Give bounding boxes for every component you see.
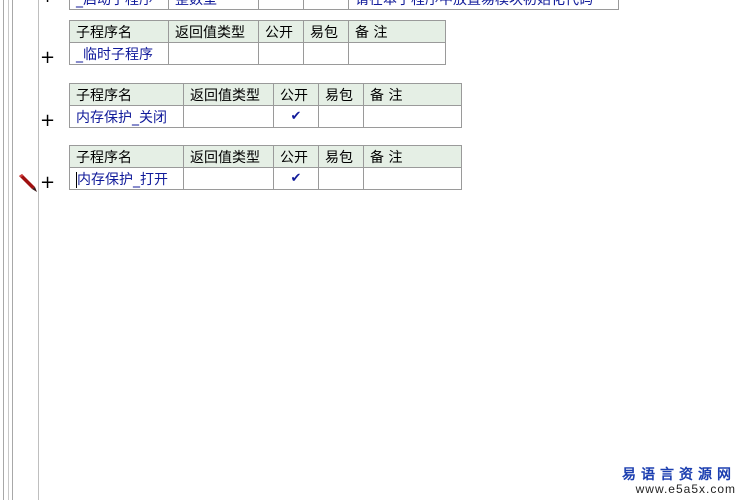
gutter-line [12, 0, 13, 500]
subroutine-name-text: 内存保护_打开 [77, 171, 168, 188]
gutter-line [38, 0, 39, 500]
public-checkmark-icon[interactable]: ✔ [273, 167, 319, 190]
header-remark: 备 注 [363, 83, 462, 106]
pencil-icon [19, 174, 37, 192]
return-type-cell[interactable] [183, 105, 274, 128]
header-return-type: 返回值类型 [183, 83, 274, 106]
subroutine-table-mem-on: 子程序名 返回值类型 公开 易包 备 注 内存保护_打开 ✔ [69, 145, 462, 190]
expand-plus-icon[interactable]: + [40, 0, 55, 7]
expand-plus-icon[interactable]: + [40, 110, 55, 131]
subroutine-name-cell[interactable]: _启动子程序 [69, 0, 169, 10]
header-return-type: 返回值类型 [168, 20, 259, 43]
easy-package-cell[interactable] [318, 167, 364, 190]
gutter-line [3, 0, 4, 500]
expand-plus-icon[interactable]: + [40, 172, 55, 193]
header-public: 公开 [258, 20, 304, 43]
header-remark: 备 注 [363, 145, 462, 168]
subroutine-name-cell[interactable]: _临时子程序 [69, 42, 169, 65]
remark-cell[interactable] [348, 42, 446, 65]
header-public: 公开 [273, 145, 319, 168]
header-return-type: 返回值类型 [183, 145, 274, 168]
return-type-cell[interactable] [183, 167, 274, 190]
subroutine-table-mem-off: 子程序名 返回值类型 公开 易包 备 注 内存保护_关闭 ✔ [69, 83, 462, 128]
header-easy-package: 易包 [318, 145, 364, 168]
subroutine-table-temp: 子程序名 返回值类型 公开 易包 备 注 _临时子程序 [69, 20, 446, 65]
subroutine-name-cell-editing[interactable]: 内存保护_打开 [69, 167, 184, 190]
watermark-url: www.e5a5x.com [635, 482, 736, 496]
remark-cell[interactable] [363, 105, 462, 128]
gutter-line [8, 0, 9, 500]
watermark-logo-text: 易语言资源网 [622, 467, 736, 483]
remark-cell[interactable] [363, 167, 462, 190]
easy-package-cell[interactable] [303, 0, 349, 10]
public-cell[interactable] [258, 42, 304, 65]
header-name: 子程序名 [69, 145, 184, 168]
header-remark: 备 注 [348, 20, 446, 43]
public-checkmark-icon[interactable]: ✔ [273, 105, 319, 128]
header-name: 子程序名 [69, 20, 169, 43]
header-easy-package: 易包 [303, 20, 349, 43]
header-name: 子程序名 [69, 83, 184, 106]
expand-plus-icon[interactable]: + [40, 47, 55, 68]
easy-package-cell[interactable] [318, 105, 364, 128]
header-easy-package: 易包 [318, 83, 364, 106]
header-public: 公开 [273, 83, 319, 106]
easy-package-cell[interactable] [303, 42, 349, 65]
public-cell[interactable] [258, 0, 304, 10]
return-type-cell[interactable] [168, 42, 259, 65]
remark-cell[interactable]: 请在本子程序中放置易模块初始化代码 [348, 0, 619, 10]
return-type-cell[interactable]: 整数型 [168, 0, 259, 10]
subroutine-table-startup: _启动子程序 整数型 请在本子程序中放置易模块初始化代码 [69, 0, 619, 10]
subroutine-name-cell[interactable]: 内存保护_关闭 [69, 105, 184, 128]
